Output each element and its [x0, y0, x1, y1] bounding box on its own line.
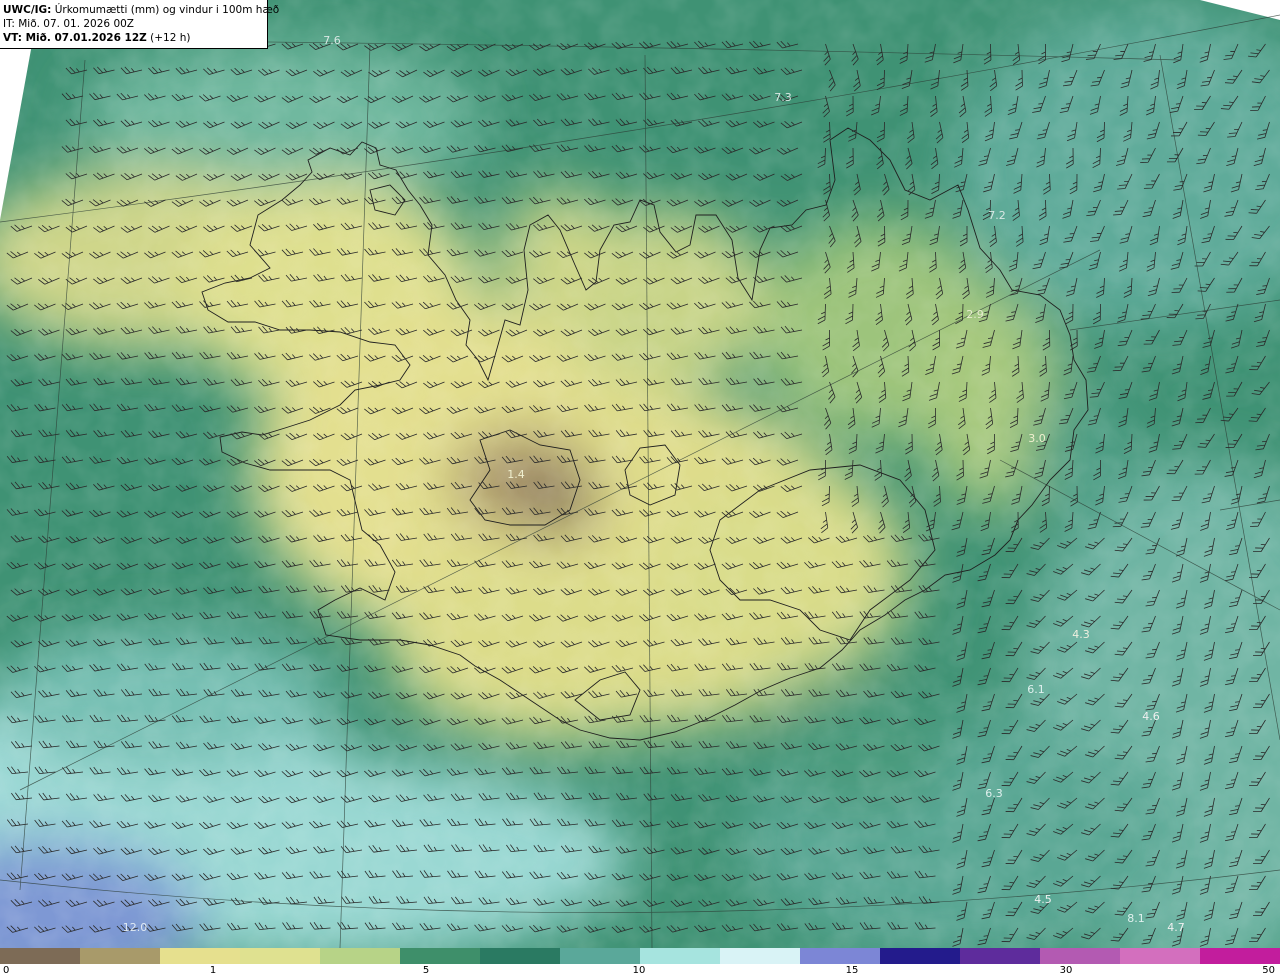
colorbar-tick-label: 30: [1059, 965, 1073, 976]
header-model: UWC/IG:: [3, 4, 52, 16]
value-label: 4.3: [1072, 628, 1090, 641]
colorbar-segment: [960, 948, 1041, 964]
header-init-time: IT: Mið. 07. 01. 2026 00Z: [3, 18, 134, 30]
colorbar-tick-label: 5: [422, 965, 430, 976]
colorbar-tick-label: 1: [209, 965, 217, 976]
colorbar-segment: [880, 948, 961, 964]
header-description: Úrkomumætti (mm) og vindur i 100m hæð: [51, 4, 280, 16]
precip-texture: [0, 0, 1280, 948]
value-label: 7.2: [988, 209, 1006, 222]
value-label: 4.6: [1142, 710, 1160, 723]
colorbar-segment: [160, 948, 241, 964]
colorbar-segment: [800, 948, 881, 964]
value-label: 8.1: [1127, 912, 1145, 925]
colorbar-tick-label: 50: [1262, 965, 1275, 976]
colorbar-segment: [1120, 948, 1201, 964]
colorbar-tick-label: 0: [3, 965, 10, 976]
colorbar-strip: [0, 948, 1280, 964]
colorbar-tick-label: 15: [845, 965, 859, 976]
value-label: 6.3: [985, 787, 1003, 800]
colorbar-segment: [640, 948, 721, 964]
colorbar-segment: [560, 948, 641, 964]
colorbar-segment: [240, 948, 321, 964]
header-box: UWC/IG: Úrkomumætti (mm) og vindur i 100…: [0, 0, 279, 49]
value-label: 2.9: [966, 308, 984, 321]
header-title: UWC/IG: Úrkomumætti (mm) og vindur i 100…: [3, 3, 279, 17]
value-label: 6.1: [1027, 683, 1045, 696]
value-label: 7.3: [774, 91, 792, 104]
colorbar-tick-label: 10: [632, 965, 646, 976]
value-label: 12.0: [123, 921, 148, 934]
colorbar-segment: [1200, 948, 1280, 964]
value-label: 3.0: [1028, 432, 1046, 445]
value-label: 1.4: [507, 468, 525, 481]
colorbar-segment: [80, 948, 161, 964]
colorbar-segment: [720, 948, 801, 964]
colorbar: 0 1 5 10 15 30 50: [0, 948, 1280, 978]
value-label: 7.6: [323, 34, 341, 47]
colorbar-segment: [1040, 948, 1121, 964]
forecast-map: 7.6 7.3 7.2 2.9 3.0 1.4 4.3 6.1 4.6 6.3 4.5 4.7 12.0…: [0, 0, 1280, 948]
colorbar-segment: [480, 948, 561, 964]
value-label: 4.5: [1034, 893, 1052, 906]
header-lead-time: (+12 h): [146, 32, 191, 44]
colorbar-segment: [320, 948, 401, 964]
colorbar-segment: [0, 948, 81, 964]
value-label: 4.7: [1167, 921, 1185, 934]
header-valid-time: VT: Mið. 07.01.2026 12Z (+12 h): [3, 31, 267, 45]
map-view: 7.6 7.3 7.2 2.9 3.0 1.4 4.3 6.1 4.6 6.3 4.5 4.7 12.0…: [0, 0, 1280, 978]
colorbar-segment: [400, 948, 481, 964]
header-valid-date: VT: Mið. 07.01.2026 12Z: [3, 32, 147, 44]
